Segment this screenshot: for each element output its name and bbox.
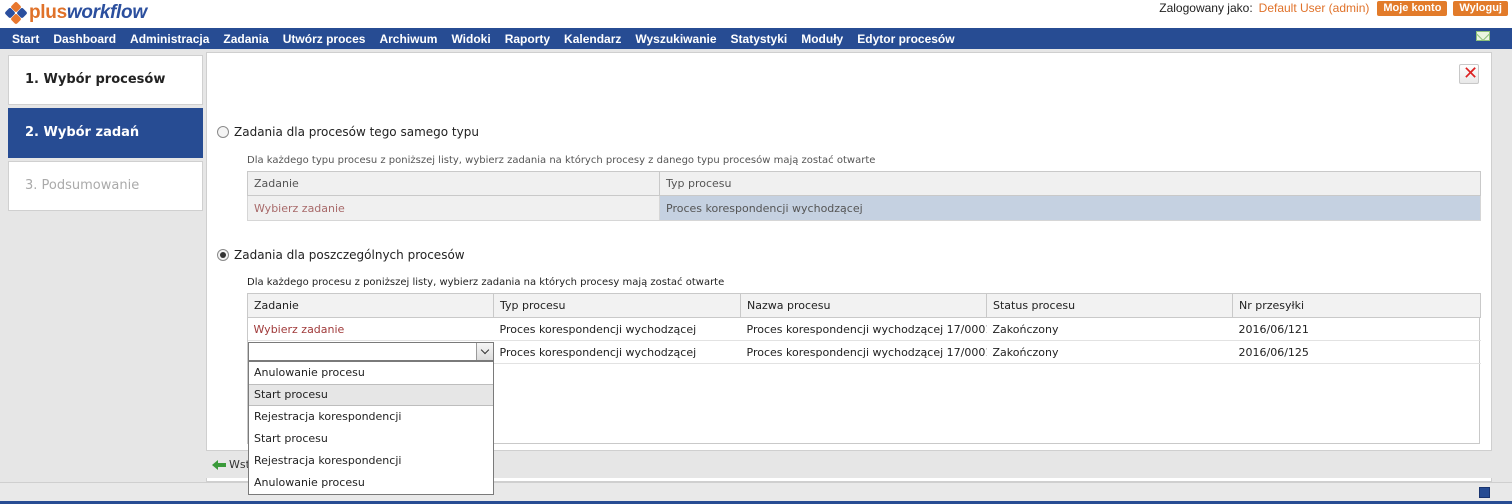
option-individual[interactable]: Zadania dla poszczególnych procesów: [217, 248, 465, 262]
step-wybor-procesow[interactable]: 1. Wybór procesów: [8, 55, 203, 105]
select-task-link: Wybierz zadanie: [247, 195, 660, 221]
status-bar: [0, 482, 1512, 504]
shipment-number-cell: 2016/06/121: [1232, 317, 1481, 341]
nav-item-wyszukiwanie[interactable]: Wyszukiwanie: [635, 32, 716, 46]
process-name-cell: Proces korespondencji wychodzącej 17/000…: [740, 317, 987, 341]
nav-item-zadania[interactable]: Zadania: [223, 32, 268, 46]
process-status-cell: Zakończony: [986, 317, 1233, 341]
main-nav: Start Dashboard Administracja Zadania Ut…: [0, 28, 1512, 49]
select-task-link[interactable]: Wybierz zadanie: [247, 317, 494, 341]
process-type-cell: Proces korespondencji wychodzącej: [493, 340, 741, 364]
nav-item-archiwum[interactable]: Archiwum: [379, 32, 437, 46]
window-icon[interactable]: [1479, 487, 1490, 498]
column-header-typ-procesu: Typ procesu: [659, 171, 1481, 196]
dropdown-option[interactable]: Anulowanie procesu: [249, 472, 493, 494]
nav-item-administracja[interactable]: Administracja: [130, 32, 209, 46]
main-area: 1. Wybór procesów 2. Wybór zadań 3. Pods…: [0, 49, 1512, 495]
logout-button[interactable]: Wyloguj: [1453, 0, 1508, 16]
close-icon: ✕: [1463, 63, 1479, 84]
column-header-status-procesu: Status procesu: [986, 293, 1233, 318]
same-type-hint: Dla każdego typu procesu z poniższej lis…: [247, 155, 876, 166]
my-account-button[interactable]: Moje konto: [1377, 0, 1448, 16]
radio-individual-label: Zadania dla poszczególnych procesów: [234, 248, 465, 262]
column-header-nr-przesylki: Nr przesyłki: [1232, 293, 1481, 318]
logo[interactable]: plusworkflow: [4, 1, 147, 25]
chevron-down-icon[interactable]: [476, 343, 493, 360]
arrow-left-icon: [212, 459, 226, 470]
dropdown-option[interactable]: Rejestracja korespondencji: [249, 450, 493, 472]
column-header-nazwa-procesu: Nazwa procesu: [740, 293, 987, 318]
user-area: Zalogowany jako: Default User (admin) Mo…: [1159, 0, 1508, 16]
same-type-table: Zadanie Typ procesu Wybierz zadanie Proc…: [247, 171, 1481, 221]
logged-in-label: Zalogowany jako:: [1159, 1, 1253, 15]
nav-item-edytor-procesow[interactable]: Edytor procesów: [857, 32, 954, 46]
logo-icon: [4, 1, 28, 25]
task-select[interactable]: [248, 342, 494, 361]
user-name-link[interactable]: Default User (admin): [1259, 1, 1370, 15]
logo-text-workflow: workflow: [66, 2, 147, 23]
task-dropdown-list: Anulowanie procesu Start procesu Rejestr…: [248, 361, 494, 495]
process-status-cell: Zakończony: [986, 340, 1233, 364]
dropdown-option[interactable]: Rejestracja korespondencji: [249, 406, 493, 428]
wizard-content: ✕ Zadania dla procesów tego samego typu …: [206, 52, 1492, 495]
individual-hint: Dla każdego procesu z poniższej listy, w…: [247, 277, 725, 288]
wizard-steps: 1. Wybór procesów 2. Wybór zadań 3. Pods…: [8, 55, 203, 214]
dropdown-option[interactable]: Start procesu: [249, 428, 493, 450]
process-type-cell: Proces korespondencji wychodzącej: [493, 317, 741, 341]
process-type-cell: Proces korespondencji wychodzącej: [659, 195, 1481, 221]
step-wybor-zadan[interactable]: 2. Wybór zadań: [8, 108, 203, 158]
logo-text-plus: plus: [29, 2, 67, 23]
nav-item-widoki[interactable]: Widoki: [451, 32, 490, 46]
nav-item-kalendarz[interactable]: Kalendarz: [564, 32, 621, 46]
radio-individual[interactable]: [217, 249, 229, 261]
dropdown-option[interactable]: Start procesu: [249, 384, 493, 406]
close-button[interactable]: ✕: [1459, 63, 1479, 84]
app-header: plusworkflow Zalogowany jako: Default Us…: [0, 0, 1512, 28]
option-same-type[interactable]: Zadania dla procesów tego samego typu: [217, 125, 479, 139]
nav-item-dashboard[interactable]: Dashboard: [53, 32, 116, 46]
step-podsumowanie: 3. Podsumowanie: [8, 161, 203, 211]
radio-same-type-label: Zadania dla procesów tego samego typu: [234, 125, 479, 139]
nav-item-statystyki[interactable]: Statystyki: [731, 32, 788, 46]
table-row: Wybierz zadanie Proces korespondencji wy…: [247, 317, 1481, 341]
radio-same-type[interactable]: [217, 126, 229, 138]
column-header-zadanie: Zadanie: [247, 293, 494, 318]
nav-item-moduly[interactable]: Moduły: [801, 32, 843, 46]
dropdown-option[interactable]: Anulowanie procesu: [249, 362, 493, 384]
column-header-zadanie: Zadanie: [247, 171, 660, 196]
nav-item-utworz-proces[interactable]: Utwórz proces: [283, 32, 366, 46]
table-row: Wybierz zadanie Proces korespondencji wy…: [247, 195, 1481, 221]
mail-icon[interactable]: [1476, 31, 1490, 41]
shipment-number-cell: 2016/06/125: [1232, 340, 1481, 364]
nav-item-start[interactable]: Start: [12, 32, 39, 46]
nav-item-raporty[interactable]: Raporty: [505, 32, 550, 46]
column-header-typ-procesu: Typ procesu: [493, 293, 741, 318]
process-name-cell: Proces korespondencji wychodzącej 17/000…: [740, 340, 987, 364]
